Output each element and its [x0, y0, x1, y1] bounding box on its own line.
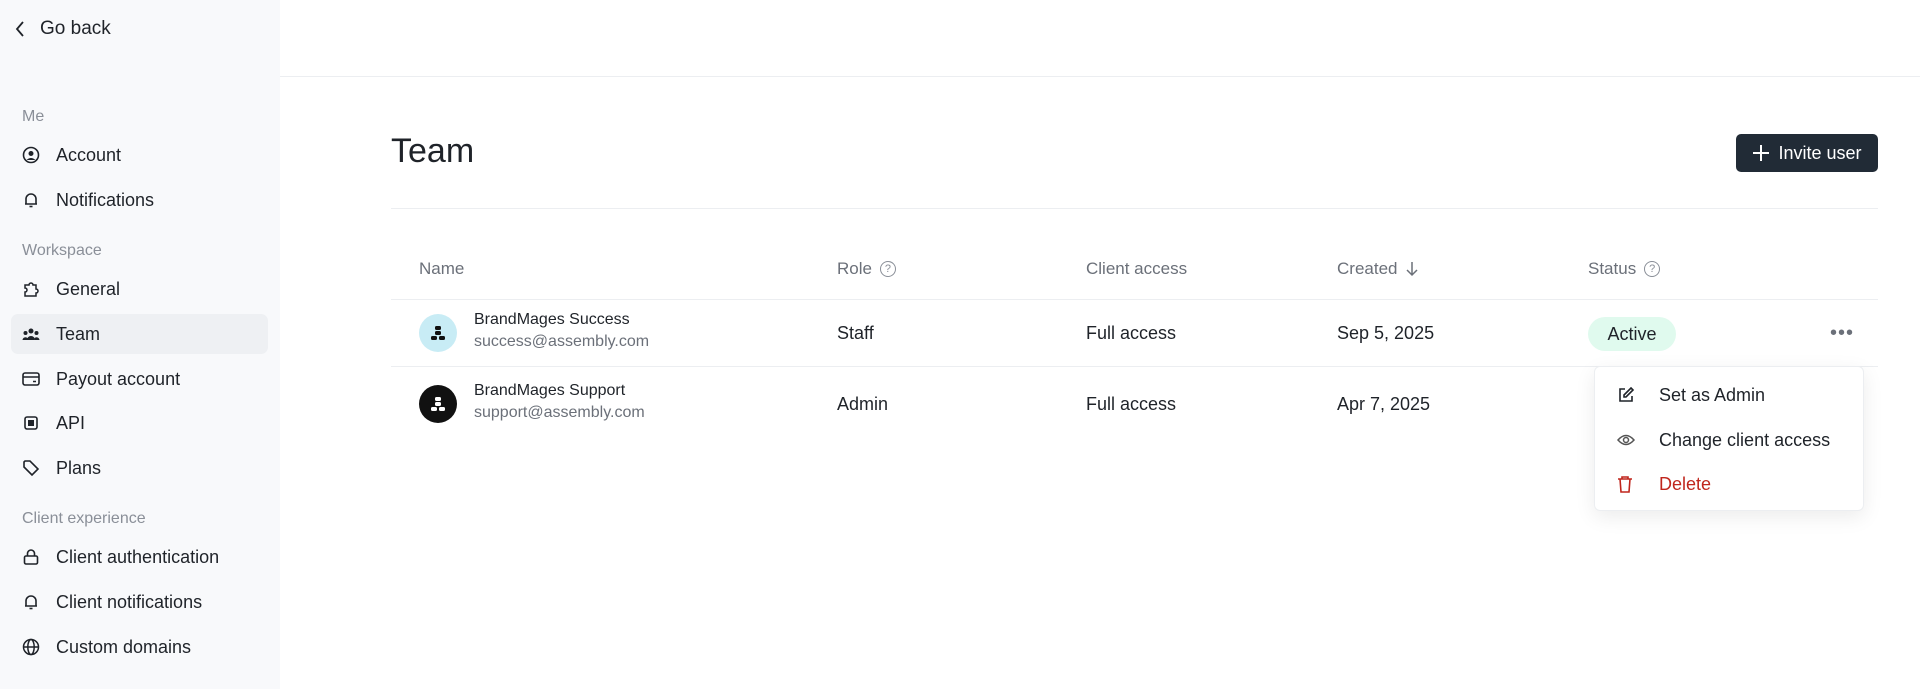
role: Admin [837, 394, 889, 414]
user-email: success@assembly.com [474, 333, 650, 350]
label: Delete [1659, 473, 1712, 494]
label: Client notifications [56, 591, 203, 612]
label: Plans [56, 457, 102, 478]
globe-icon [21, 637, 41, 657]
bell-icon [21, 592, 41, 612]
sidebar-item-client-notifications[interactable]: Client notifications [11, 582, 268, 622]
label: Account [56, 144, 122, 165]
label: Change client access [1659, 429, 1831, 450]
go-back-link[interactable]: Go back [14, 16, 111, 42]
chip-icon [21, 413, 41, 433]
avatar [419, 314, 457, 352]
edit-icon [1617, 385, 1637, 405]
invite-user-button[interactable]: Invite user [1736, 134, 1878, 172]
menu-item-set-as-admin[interactable]: Set as Admin [1595, 375, 1863, 415]
section-label-me: Me [22, 108, 45, 125]
label: API [56, 412, 86, 433]
menu-item-change-client-access[interactable]: Change client access [1595, 420, 1863, 460]
page-title: Team [391, 132, 475, 170]
credit-card-icon [21, 369, 41, 389]
column-header-status[interactable]: Status? [1588, 259, 1661, 279]
lock-icon [21, 547, 41, 567]
arrow-down-icon [1406, 262, 1419, 277]
help-icon[interactable]: ? [1644, 261, 1661, 277]
user-email: support@assembly.com [474, 404, 645, 421]
tag-icon [21, 458, 41, 478]
avatar [419, 385, 457, 423]
help-icon[interactable]: ? [879, 261, 896, 277]
go-back-label: Go back [40, 18, 111, 39]
label: Client authentication [56, 546, 220, 567]
sidebar: Go back Me Account Notifications Workspa… [0, 0, 280, 689]
chevron-left-icon [15, 21, 24, 37]
section-label-client-experience: Client experience [22, 510, 146, 527]
sidebar-item-api[interactable]: API [11, 403, 268, 443]
client-access: Full access [1086, 394, 1177, 414]
column-header-role[interactable]: Role? [837, 259, 896, 279]
client-access: Full access [1086, 323, 1177, 343]
created-date: Sep 5, 2025 [1337, 323, 1435, 343]
column-header-created[interactable]: Created [1337, 259, 1419, 279]
label: Client access [1086, 259, 1188, 278]
menu-item-delete[interactable]: Delete [1595, 464, 1863, 504]
label: Notifications [56, 189, 155, 210]
label: Created [1337, 259, 1398, 278]
title-divider [391, 208, 1878, 209]
row-actions-menu: Set as Admin Change client access Delete [1594, 366, 1864, 511]
sidebar-item-notifications[interactable]: Notifications [11, 180, 268, 220]
user-name: BrandMages Support [474, 382, 626, 399]
column-header-client-access[interactable]: Client access [1086, 259, 1187, 279]
bell-icon [21, 190, 41, 210]
sidebar-item-team[interactable]: Team [11, 314, 268, 354]
sidebar-item-general[interactable]: General [11, 269, 268, 309]
team-icon [21, 324, 41, 344]
plus-icon [1753, 145, 1770, 161]
label: Status [1588, 259, 1637, 278]
created-date: Apr 7, 2025 [1337, 394, 1431, 414]
user-name: BrandMages Success [474, 311, 630, 328]
label: Payout account [56, 368, 181, 389]
label: Team [56, 323, 101, 344]
sidebar-item-custom-domains[interactable]: Custom domains [11, 627, 268, 667]
sidebar-item-plans[interactable]: Plans [11, 448, 268, 488]
section-label-workspace: Workspace [22, 242, 102, 259]
role: Staff [837, 323, 874, 343]
more-options-icon[interactable]: ••• [1830, 322, 1854, 345]
status-badge: Active [1588, 317, 1676, 351]
label: General [56, 278, 121, 299]
label: Role [837, 259, 872, 278]
trash-icon [1617, 474, 1637, 494]
header-divider [280, 76, 1920, 77]
label: Custom domains [56, 636, 192, 657]
user-circle-icon [21, 145, 41, 165]
logo-icon [431, 326, 445, 340]
sidebar-item-client-authentication[interactable]: Client authentication [11, 537, 268, 577]
eye-icon [1617, 430, 1637, 450]
label: Name [419, 259, 465, 278]
label: Set as Admin [1659, 384, 1766, 405]
column-header-name[interactable]: Name [419, 259, 464, 279]
logo-icon [431, 397, 445, 411]
puzzle-icon [21, 279, 41, 299]
sidebar-item-account[interactable]: Account [11, 135, 268, 175]
invite-label: Invite user [1778, 142, 1862, 163]
sidebar-item-payout-account[interactable]: Payout account [11, 359, 268, 399]
header-row-divider [391, 299, 1878, 300]
